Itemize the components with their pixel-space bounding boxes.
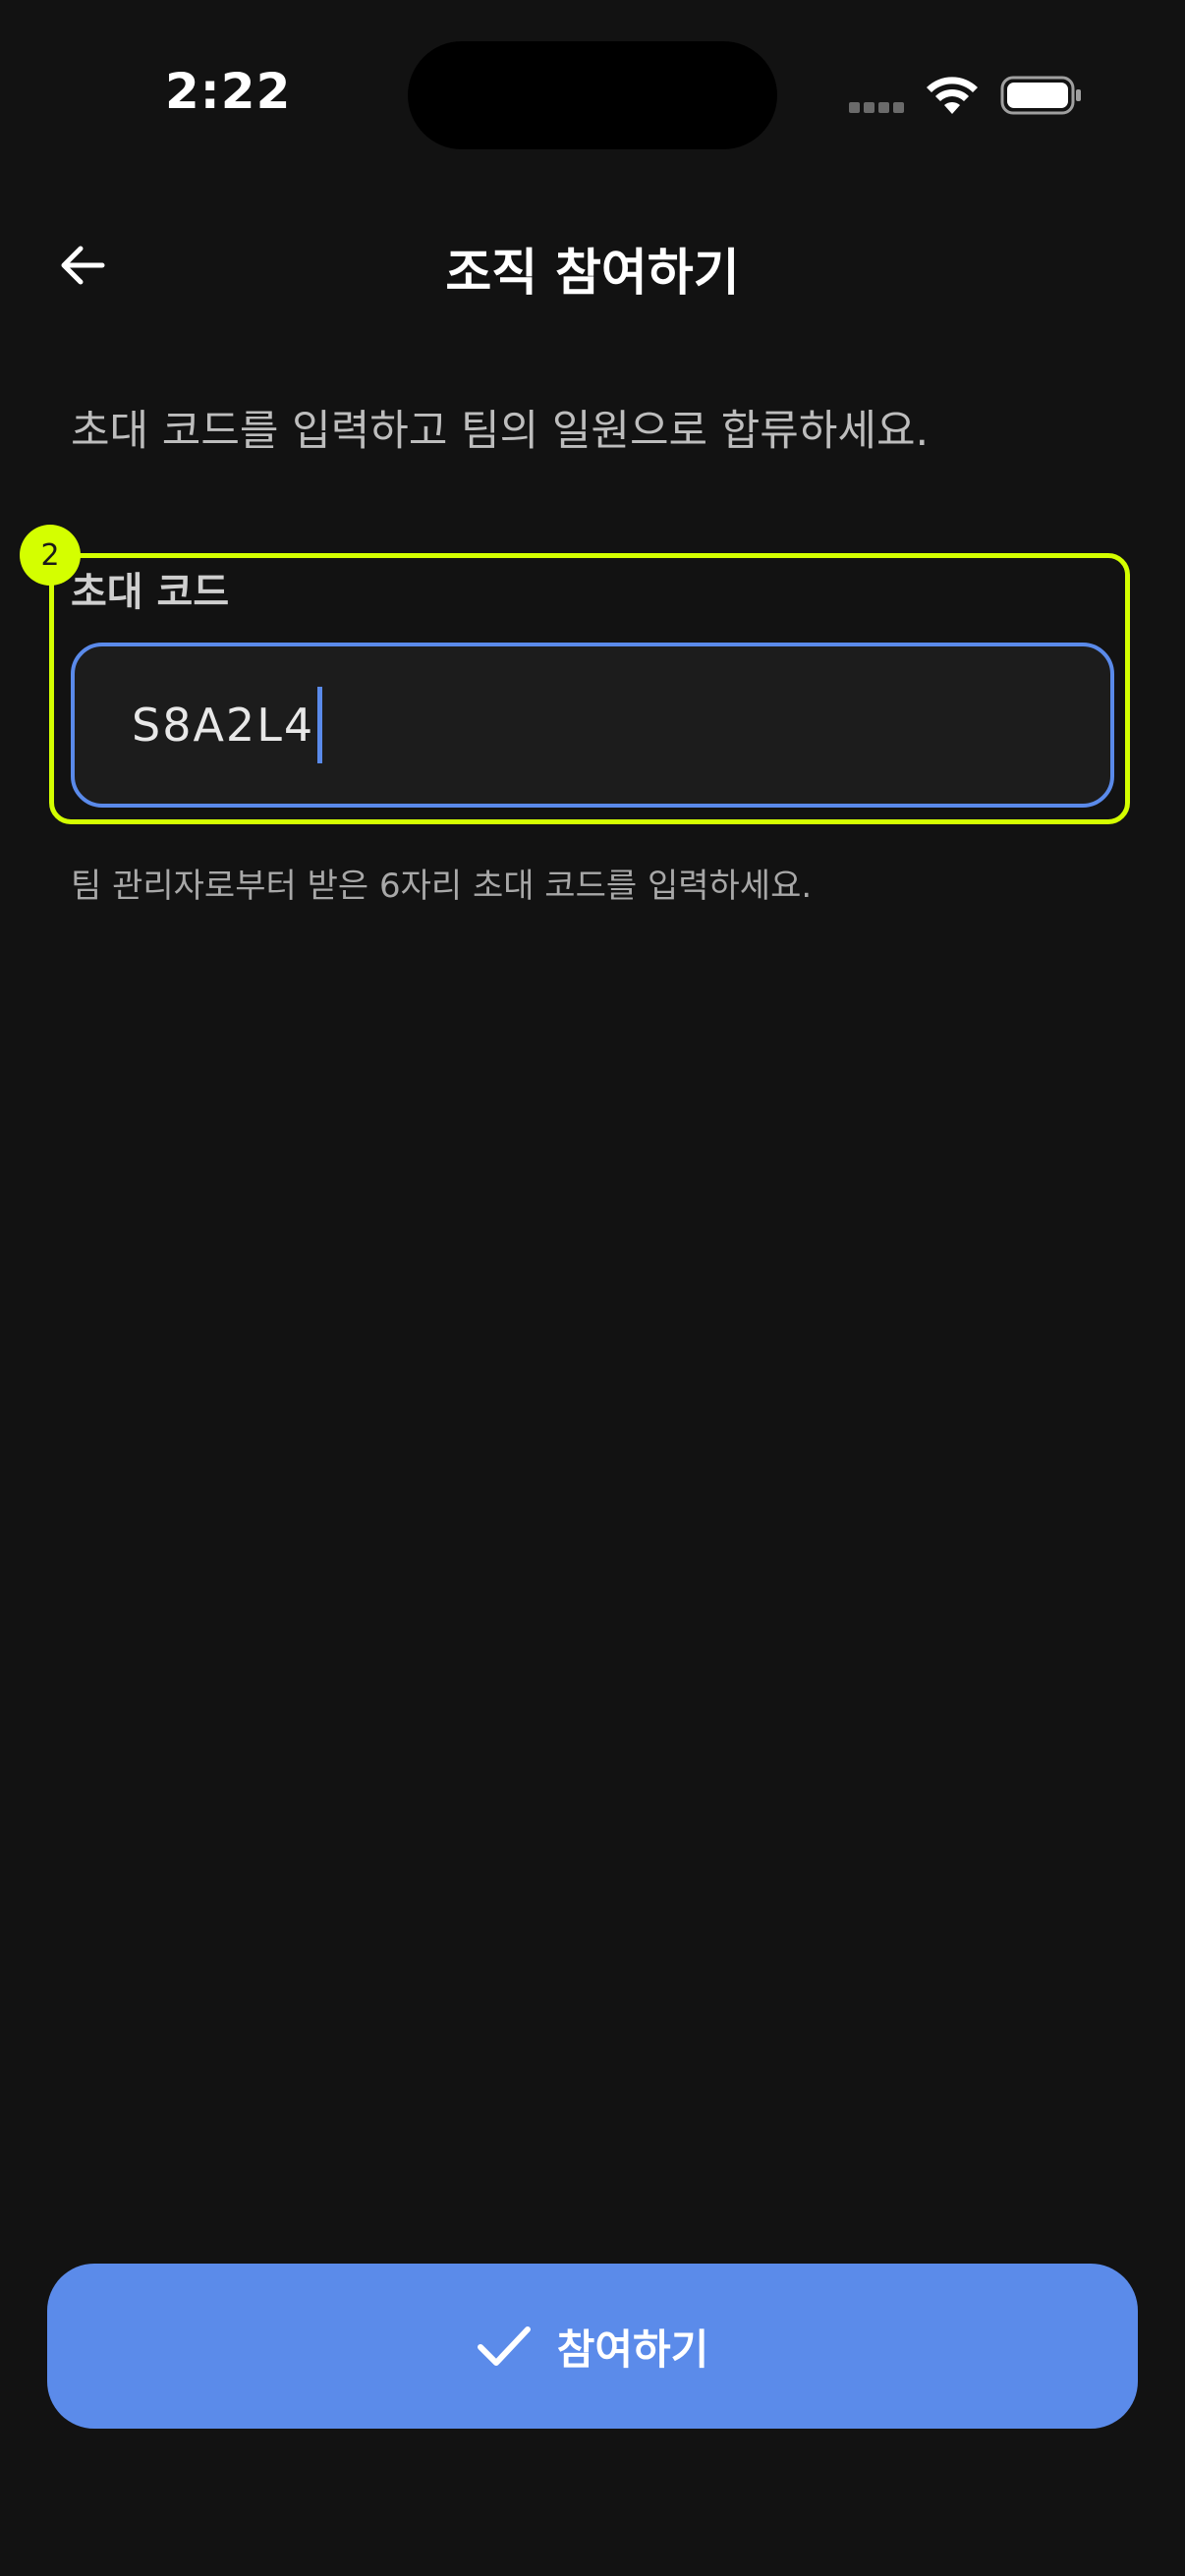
dynamic-island xyxy=(408,41,777,149)
page-title: 조직 참여하기 xyxy=(445,245,740,303)
cellular-signal-icon xyxy=(849,102,904,113)
wifi-icon xyxy=(927,77,978,114)
header: 조직 참여하기 xyxy=(0,196,1185,334)
battery-icon xyxy=(1000,76,1081,115)
join-button[interactable]: 참여하기 xyxy=(47,2264,1138,2429)
invite-code-label: 초대 코드 xyxy=(71,570,230,615)
page-description: 초대 코드를 입력하고 팀의 일원으로 합류하세요. xyxy=(71,407,930,456)
text-cursor xyxy=(317,687,323,763)
invite-code-value: S8A2L4 xyxy=(132,699,315,752)
status-time: 2:22 xyxy=(165,63,292,120)
check-icon xyxy=(477,2326,531,2366)
invite-code-helper: 팀 관리자로부터 받은 6자리 초대 코드를 입력하세요. xyxy=(71,867,813,906)
join-button-label: 참여하기 xyxy=(556,2324,709,2374)
invite-code-input[interactable]: S8A2L4 xyxy=(71,643,1114,808)
status-bar: 2:22 xyxy=(0,0,1185,187)
